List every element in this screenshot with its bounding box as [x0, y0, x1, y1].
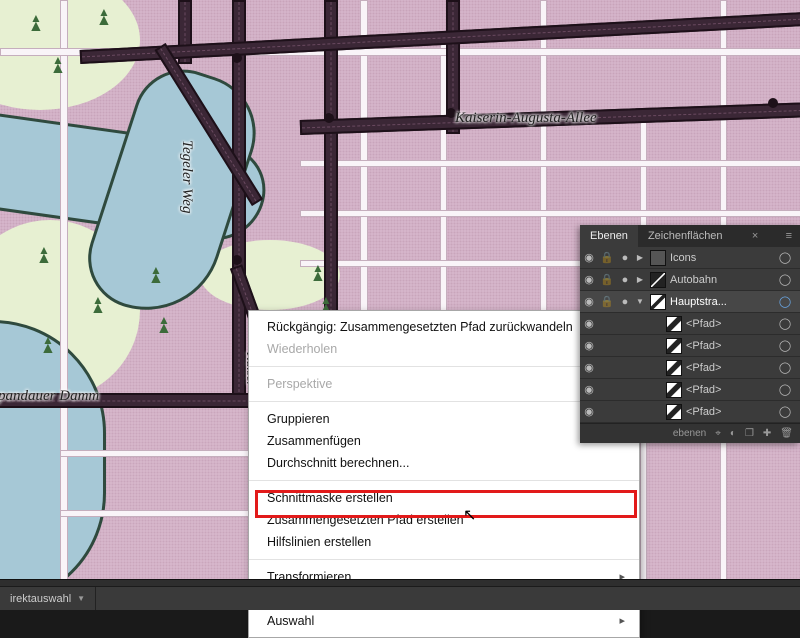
visibility-icon[interactable]: ◉ — [580, 317, 598, 330]
status-tool-label: irektauswahl — [10, 593, 71, 605]
layer-row[interactable]: ◉●<Pfad>◯ — [580, 401, 800, 423]
tree-icon — [28, 18, 42, 36]
panel-tabs: Ebenen Zeichenflächen × ≡ — [580, 225, 800, 247]
make-clipping-mask-icon[interactable]: ◐ — [730, 428, 736, 439]
visibility-icon[interactable]: ◉ — [580, 339, 598, 352]
twirl-icon[interactable]: ▶ — [634, 253, 646, 262]
anchor-point[interactable] — [768, 98, 778, 108]
layer-thumbnail — [666, 338, 682, 354]
target-icon[interactable]: ◯ — [776, 295, 794, 308]
disclosure-icon[interactable]: ● — [616, 252, 634, 264]
target-icon[interactable]: ◯ — [776, 317, 794, 330]
layer-row[interactable]: ◉●<Pfad>◯ — [580, 335, 800, 357]
tree-icon — [36, 250, 50, 268]
layer-name[interactable]: Icons — [670, 252, 776, 264]
visibility-icon[interactable]: ◉ — [580, 273, 598, 286]
target-icon[interactable]: ◯ — [776, 339, 794, 352]
visibility-icon[interactable]: ◉ — [580, 361, 598, 374]
layer-row[interactable]: ◉🔒●▶ Autobahn◯ — [580, 269, 800, 291]
disclosure-icon[interactable]: ● — [616, 296, 634, 308]
status-tool[interactable]: irektauswahl ▼ — [0, 587, 96, 610]
twirl-icon[interactable]: ▼ — [634, 297, 646, 306]
minor-road — [300, 160, 800, 167]
layer-name[interactable]: <Pfad> — [686, 384, 776, 396]
target-icon[interactable]: ◯ — [776, 405, 794, 418]
tree-icon — [156, 320, 170, 338]
footer-label: ebenen — [673, 428, 706, 439]
lock-icon[interactable]: 🔒 — [598, 273, 616, 286]
locate-object-icon[interactable]: ⌖ — [715, 428, 721, 439]
layer-thumbnail — [650, 294, 666, 310]
tree-icon — [310, 268, 324, 286]
menu-compound-path[interactable]: Zusammengesetzten Pfad erstellen — [249, 509, 639, 531]
layer-row[interactable]: ◉●<Pfad>◯ — [580, 313, 800, 335]
panel-menu-icon[interactable]: ≡ — [778, 225, 800, 247]
layer-name[interactable]: Autobahn — [670, 274, 776, 286]
layer-name[interactable]: <Pfad> — [686, 362, 776, 374]
disclosure-icon[interactable]: ● — [616, 274, 634, 286]
target-icon[interactable]: ◯ — [776, 251, 794, 264]
tree-icon — [90, 300, 104, 318]
layers-panel[interactable]: Ebenen Zeichenflächen × ≡ ◉🔒●▶Icons◯◉🔒●▶… — [580, 225, 800, 443]
lock-icon[interactable]: 🔒 — [598, 251, 616, 264]
target-icon[interactable]: ◯ — [776, 361, 794, 374]
tree-icon — [50, 60, 64, 78]
tree-icon — [96, 12, 110, 30]
layer-row[interactable]: ◉🔒●▶ Icons◯ — [580, 247, 800, 269]
target-icon[interactable]: ◯ — [776, 383, 794, 396]
layer-name[interactable]: Hauptstra... — [670, 296, 776, 308]
layer-row[interactable]: ◉●<Pfad>◯ — [580, 379, 800, 401]
minor-road — [60, 0, 68, 580]
layer-list: ◉🔒●▶Icons◯◉🔒●▶Autobahn◯◉🔒●▼Hauptstra...◯… — [580, 247, 800, 423]
panel-close-icon[interactable]: × — [744, 225, 766, 247]
anchor-point[interactable] — [446, 108, 456, 118]
tree-icon — [40, 340, 54, 358]
layer-thumbnail — [650, 272, 666, 288]
anchor-point[interactable] — [232, 255, 242, 265]
new-layer-icon[interactable]: ✚ — [763, 428, 771, 439]
layer-thumbnail — [666, 382, 682, 398]
menu-select[interactable]: Auswahl — [249, 610, 639, 632]
layer-row[interactable]: ◉🔒●▼ Hauptstra...◯ — [580, 291, 800, 313]
delete-layer-icon[interactable]: 🗑 — [780, 428, 793, 439]
menu-average[interactable]: Durchschnitt berechnen... — [249, 452, 639, 474]
visibility-icon[interactable]: ◉ — [580, 295, 598, 308]
layer-thumbnail — [666, 316, 682, 332]
layer-thumbnail — [650, 250, 666, 266]
tab-layers[interactable]: Ebenen — [580, 225, 638, 247]
visibility-icon[interactable]: ◉ — [580, 383, 598, 396]
minor-road — [300, 210, 800, 217]
menu-clipping-mask[interactable]: Schnittmaske erstellen — [249, 487, 639, 509]
twirl-icon[interactable]: ▶ — [634, 275, 646, 284]
menu-guides[interactable]: Hilfslinien erstellen — [249, 531, 639, 553]
visibility-icon[interactable]: ◉ — [580, 405, 598, 418]
layer-name[interactable]: <Pfad> — [686, 318, 776, 330]
anchor-point[interactable] — [232, 53, 242, 63]
anchor-point[interactable] — [324, 113, 334, 123]
layer-thumbnail — [666, 360, 682, 376]
target-icon[interactable]: ◯ — [776, 273, 794, 286]
layer-row[interactable]: ◉●<Pfad>◯ — [580, 357, 800, 379]
tab-artboards[interactable]: Zeichenflächen — [638, 225, 733, 247]
tree-icon — [148, 270, 162, 288]
layer-name[interactable]: <Pfad> — [686, 406, 776, 418]
layer-name[interactable]: <Pfad> — [686, 340, 776, 352]
visibility-icon[interactable]: ◉ — [580, 251, 598, 264]
layer-thumbnail — [666, 404, 682, 420]
lock-icon[interactable]: 🔒 — [598, 295, 616, 308]
status-bar: irektauswahl ▼ — [0, 586, 800, 610]
new-sublayer-icon[interactable]: ❐ — [745, 428, 754, 439]
chevron-down-icon: ▼ — [77, 594, 85, 603]
layers-footer: ebenen ⌖ ◐ ❐ ✚ 🗑 — [580, 423, 800, 443]
